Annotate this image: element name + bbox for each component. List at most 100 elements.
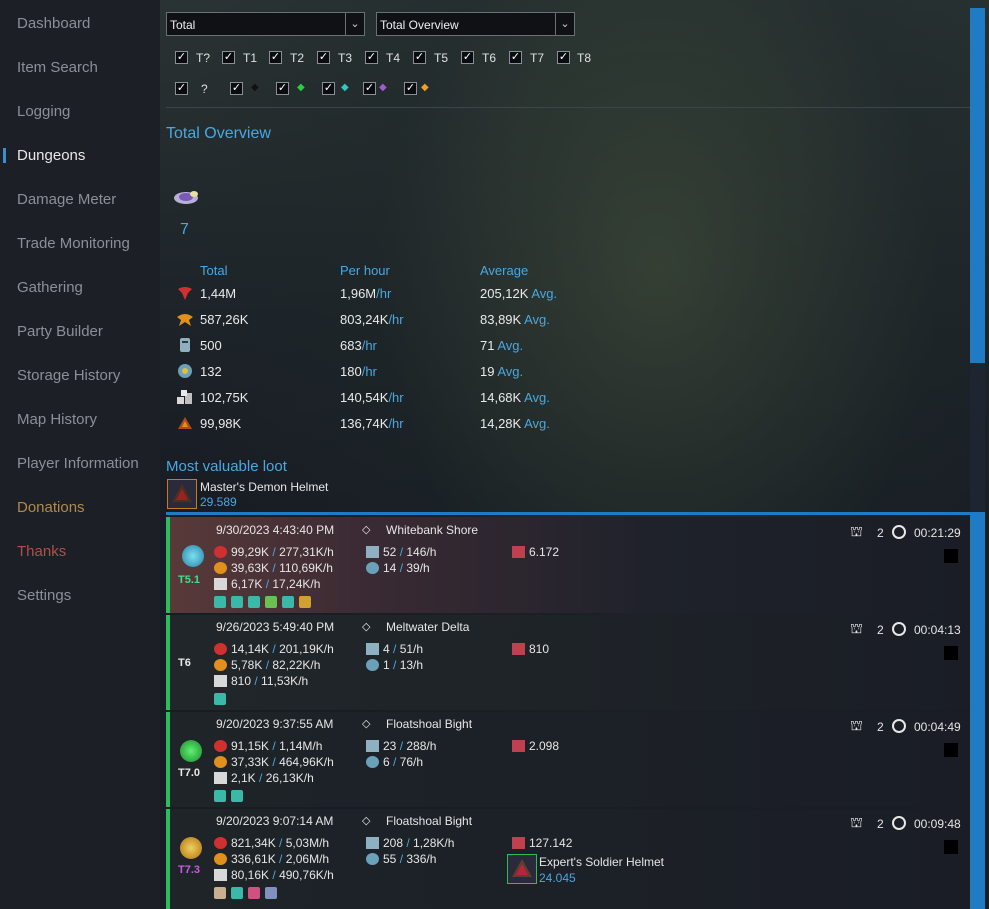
nav-logging[interactable]: Logging	[17, 103, 70, 120]
checkbox-rarity-0[interactable]: ✓	[230, 82, 243, 95]
loot-line: 2.098	[512, 739, 559, 753]
mode-select[interactable]: Total ⌄	[166, 12, 365, 36]
nav-thanks[interactable]: Thanks	[17, 543, 66, 560]
dungeon-duration: 00:09:48	[914, 817, 961, 831]
checkbox-label: ?	[201, 82, 208, 96]
fame-per-hour: 1,96M/hr	[340, 286, 392, 301]
dungeon-duration: 00:04:49	[914, 720, 961, 734]
nav-settings[interactable]: Settings	[17, 587, 71, 604]
header-total: Total	[200, 263, 228, 278]
checkbox-rarity-unknown[interactable]: ✓	[175, 82, 188, 95]
dungeon-card[interactable]: T7.0 9/20/2023 9:37:55 AM ◇ Floatshoal B…	[166, 712, 970, 807]
fame-average: 205,12K Avg.	[480, 286, 558, 301]
re-spec-line: 52 / 146/h	[366, 545, 436, 559]
loot-item-name: Master's Demon Helmet	[200, 480, 329, 494]
reputation-per-hour: 803,24K/hr	[340, 312, 404, 327]
checkbox-label: T4	[386, 51, 401, 65]
checkbox-rarity-2[interactable]: ✓	[322, 82, 335, 95]
card-accent	[166, 809, 170, 909]
might-line: 1 / 13/h	[366, 658, 423, 672]
dungeon-card[interactable]: T5.1 9/30/2023 4:43:40 PM ◇ Whitebank Sh…	[166, 517, 970, 613]
scrollbar-thumb[interactable]	[970, 8, 985, 363]
header-average: Average	[480, 263, 529, 278]
nav-dashboard[interactable]: Dashboard	[17, 15, 90, 32]
reputation-icon	[214, 659, 227, 671]
checkbox-tier-2[interactable]: ✓	[269, 51, 282, 64]
nav-dungeons[interactable]: Dungeons	[17, 147, 85, 164]
checkbox-tier-5[interactable]: ✓	[413, 51, 426, 64]
select-checkbox[interactable]	[944, 743, 958, 757]
might-icon	[366, 562, 379, 574]
nav-map-history[interactable]: Map History	[17, 411, 97, 428]
checkbox-tier-unknown[interactable]: ✓	[175, 51, 188, 64]
checkbox-tier-8[interactable]: ✓	[557, 51, 570, 64]
dungeon-date: 9/20/2023 9:07:14 AM	[216, 814, 334, 828]
dungeon-type-icon	[180, 740, 202, 762]
checkbox-label: T6	[482, 51, 497, 65]
boss-chest-icon	[299, 596, 311, 608]
soldier-helmet-icon[interactable]	[507, 854, 537, 884]
shrine-icon	[214, 596, 226, 608]
reputation-icon	[214, 756, 227, 768]
fame-icon	[176, 285, 194, 301]
might-total: 132	[200, 364, 222, 379]
chest-icon	[512, 837, 525, 849]
re-spec-icon	[366, 546, 379, 558]
event-icons	[214, 790, 248, 804]
checkbox-label: T?	[196, 51, 211, 65]
fame-icon	[214, 546, 227, 558]
shrine-icon	[214, 693, 226, 705]
header-per-hour: Per hour	[340, 263, 390, 278]
checkbox-tier-3[interactable]: ✓	[317, 51, 330, 64]
clock-icon	[892, 719, 906, 733]
nav-gathering[interactable]: Gathering	[17, 279, 83, 296]
checkbox-rarity-3[interactable]: ✓	[363, 82, 376, 95]
nav-donations[interactable]: Donations	[17, 499, 85, 516]
reputation-line: 37,33K / 464,96K/h	[214, 755, 334, 769]
demon-helmet-icon[interactable]	[167, 479, 197, 509]
nav-item-search[interactable]: Item Search	[17, 59, 98, 76]
nav-damage-meter[interactable]: Damage Meter	[17, 191, 116, 208]
checkbox-tier-1[interactable]: ✓	[222, 51, 235, 64]
reputation-line: 336,61K / 2,06M/h	[214, 852, 329, 866]
reputation-line: 39,63K / 110,69K/h	[214, 561, 333, 575]
chest-icon	[265, 596, 277, 608]
select-checkbox[interactable]	[944, 549, 958, 563]
dungeon-card[interactable]: T7.3 9/20/2023 9:07:14 AM ◇ Floatshoal B…	[166, 809, 970, 909]
purple-gem-icon: ◆	[379, 82, 387, 93]
dungeon-zone: Floatshoal Bight	[386, 814, 473, 828]
reputation-total: 587,26K	[200, 312, 249, 327]
checkbox-tier-7[interactable]: ✓	[509, 51, 522, 64]
checkbox-tier-6[interactable]: ✓	[461, 51, 474, 64]
list-scrollbar-thumb[interactable]	[970, 515, 985, 909]
checkbox-label: T3	[338, 51, 353, 65]
checkbox-rarity-4[interactable]: ✓	[404, 82, 417, 95]
map-diamond-icon: ◇	[362, 524, 371, 536]
silver-line: 810 / 11,53K/h	[214, 674, 308, 688]
nav-trade-monitoring[interactable]: Trade Monitoring	[17, 235, 130, 252]
reputation-line: 5,78K / 82,22K/h	[214, 658, 320, 672]
chevron-down-icon: ⌄	[555, 13, 574, 35]
checkbox-label: T8	[577, 51, 592, 65]
reputation-icon	[176, 311, 194, 327]
shrine-icon	[231, 790, 243, 802]
clock-icon	[892, 816, 906, 830]
checkbox-rarity-1[interactable]: ✓	[276, 82, 289, 95]
party-icon: ⛫	[850, 814, 863, 830]
might-per-hour: 180/hr	[340, 364, 377, 379]
re-spec-icon	[366, 740, 379, 752]
re-spec-icon	[366, 837, 379, 849]
view-select[interactable]: Total Overview ⌄	[376, 12, 575, 36]
select-checkbox[interactable]	[944, 840, 958, 854]
silver-icon	[176, 389, 194, 405]
select-checkbox[interactable]	[944, 646, 958, 660]
dungeon-card[interactable]: T6 9/26/2023 5:49:40 PM ◇ Meltwater Delt…	[166, 615, 970, 710]
checkbox-tier-4[interactable]: ✓	[365, 51, 378, 64]
nav-party-builder[interactable]: Party Builder	[17, 323, 103, 340]
sidebar: Dashboard Item Search Logging Dungeons D…	[0, 0, 160, 909]
nav-player-information[interactable]: Player Information	[17, 455, 139, 472]
chest-icon	[248, 887, 260, 899]
nav-storage-history[interactable]: Storage History	[17, 367, 120, 384]
chest-icon	[512, 546, 525, 558]
card-accent	[166, 615, 170, 710]
